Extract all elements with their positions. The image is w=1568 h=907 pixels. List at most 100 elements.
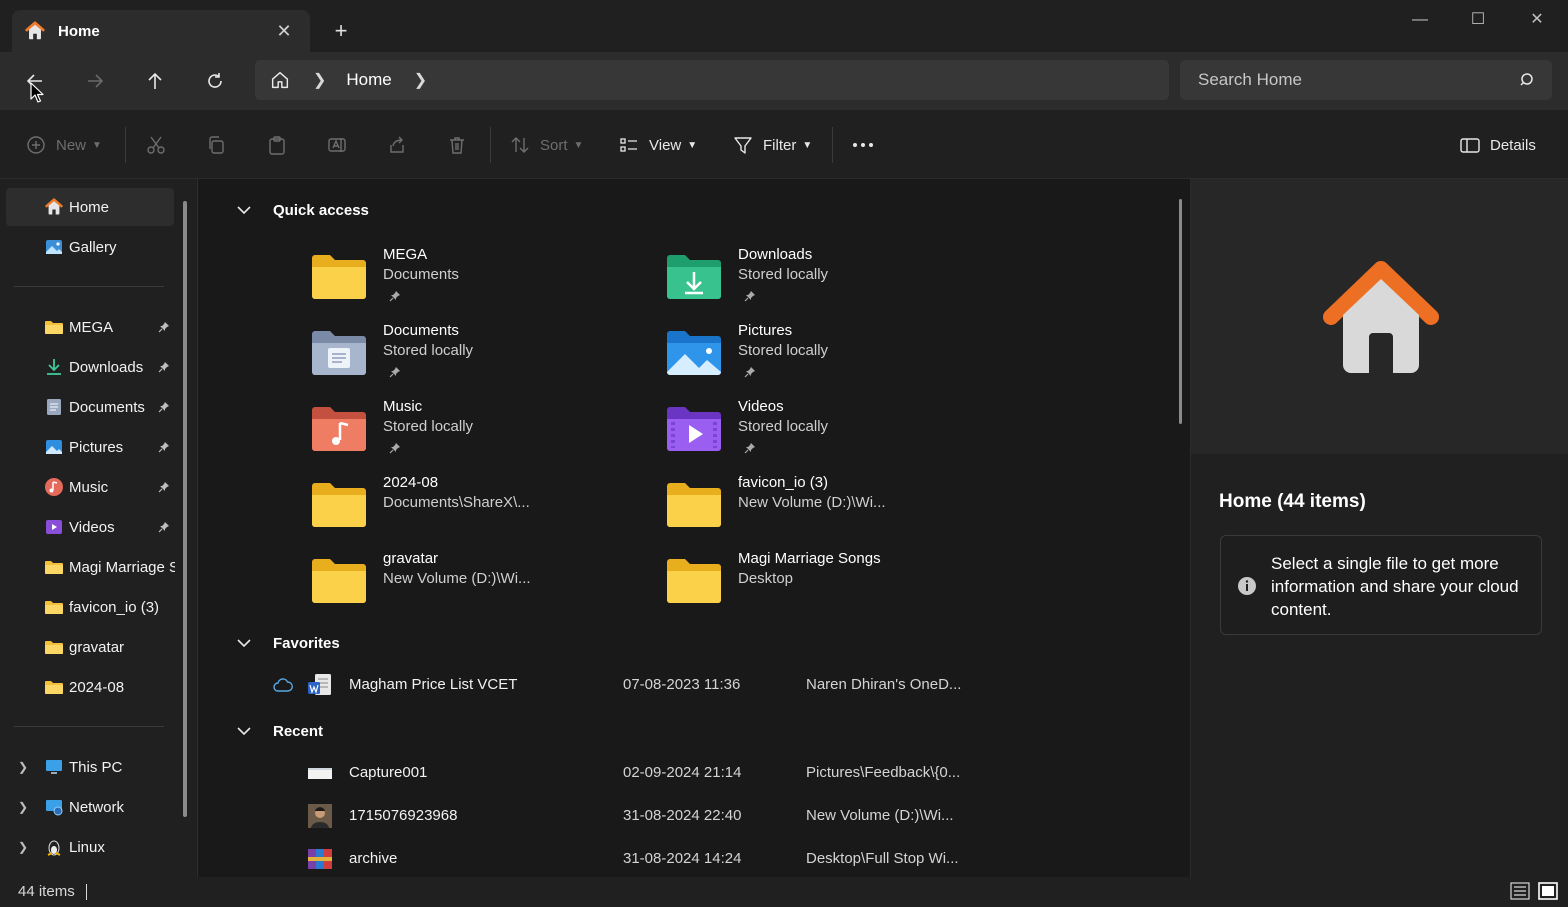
search-placeholder: Search Home	[1198, 70, 1302, 89]
sidebar-item-music[interactable]: Music	[6, 468, 174, 506]
pin-icon[interactable]	[744, 442, 756, 454]
chevron-right-icon[interactable]: ❯	[18, 840, 28, 854]
linux-icon	[47, 840, 61, 856]
quick-access-item[interactable]: Downloads Stored locally	[665, 246, 995, 318]
new-tab-button[interactable]: +	[330, 20, 352, 42]
quick-access-item[interactable]: 2024-08 Documents\ShareX\...	[310, 474, 640, 546]
table-row[interactable]: Magham Price List VCET 07-08-2023 11:36 …	[269, 670, 999, 700]
chevron-right-icon[interactable]: ❯	[18, 800, 28, 814]
share-button[interactable]	[387, 134, 407, 156]
close-icon[interactable]: ✕	[1517, 8, 1557, 32]
item-name: 1715076923968	[349, 807, 458, 824]
search-input[interactable]: Search Home	[1180, 60, 1552, 100]
main-scrollbar[interactable]	[1179, 199, 1182, 424]
cut-button[interactable]	[146, 134, 166, 156]
pin-icon[interactable]	[158, 361, 170, 373]
chevron-right-icon[interactable]: ❯	[313, 70, 326, 90]
chevron-right-icon[interactable]: ❯	[414, 70, 427, 90]
details-info-text: Select a single file to get more informa…	[1271, 554, 1519, 619]
refresh-button[interactable]	[200, 66, 230, 96]
home-icon	[25, 21, 45, 40]
sidebar-item-this-pc[interactable]: ❯ This PC	[6, 748, 174, 786]
table-row[interactable]: Capture001 02-09-2024 21:14 Pictures\Fee…	[269, 758, 999, 788]
table-row[interactable]: 1715076923968 31-08-2024 22:40 New Volum…	[269, 801, 999, 831]
section-title: Recent	[273, 722, 324, 740]
close-tab-icon[interactable]: ✕	[274, 21, 294, 41]
pin-icon[interactable]	[158, 481, 170, 493]
photo-thumbnail-icon	[308, 804, 332, 828]
filter-button[interactable]: Filter ▼	[733, 134, 812, 156]
pin-icon[interactable]	[389, 290, 401, 302]
pin-icon[interactable]	[744, 290, 756, 302]
item-name: Magham Price List VCET	[349, 676, 518, 693]
maximize-icon[interactable]: ☐	[1458, 8, 1498, 32]
breadcrumb-home[interactable]: Home	[346, 70, 391, 90]
quick-access-item[interactable]: Magi Marriage Songs Desktop	[665, 550, 995, 622]
address-row: ❯ Home ❯ Search Home	[0, 52, 1568, 110]
sidebar-item-favicon-io[interactable]: favicon_io (3)	[6, 588, 174, 626]
sidebar-item-downloads[interactable]: Downloads	[6, 348, 174, 386]
home-icon	[1323, 261, 1439, 373]
forward-button[interactable]	[80, 66, 110, 96]
rename-icon	[328, 138, 346, 152]
details-pane: Home (44 items) Select a single file to …	[1190, 179, 1568, 877]
quick-access-item[interactable]: Pictures Stored locally	[665, 322, 995, 394]
sidebar-item-home[interactable]: Home	[6, 188, 174, 226]
chevron-down-icon	[237, 727, 251, 736]
address-bar[interactable]: ❯ Home ❯	[255, 60, 1169, 100]
sidebar-item-2024-08[interactable]: 2024-08	[6, 668, 174, 706]
paste-button[interactable]	[267, 134, 287, 156]
pin-icon[interactable]	[158, 401, 170, 413]
sidebar-item-gallery[interactable]: Gallery	[6, 228, 174, 266]
recent-header[interactable]: Recent	[235, 722, 323, 740]
quick-access-item[interactable]: Music Stored locally	[310, 398, 640, 470]
up-button[interactable]	[140, 66, 170, 96]
chevron-right-icon[interactable]: ❯	[18, 760, 28, 774]
details-pane-button[interactable]: Details	[1460, 134, 1536, 156]
new-button[interactable]: New ▼	[26, 134, 102, 156]
tiles-view-icon[interactable]	[1538, 882, 1558, 900]
sidebar-item-pictures[interactable]: Pictures	[6, 428, 174, 466]
more-options-button[interactable]	[852, 134, 874, 156]
sidebar-item-linux[interactable]: ❯ Linux	[6, 828, 174, 866]
sidebar-item-gravatar[interactable]: gravatar	[6, 628, 174, 666]
sidebar-item-mega[interactable]: MEGA	[6, 308, 174, 346]
pin-icon[interactable]	[158, 521, 170, 533]
quick-access-item[interactable]: gravatar New Volume (D:)\Wi...	[310, 550, 640, 622]
sidebar-item-videos[interactable]: Videos	[6, 508, 174, 546]
item-name: MEGA	[383, 246, 428, 263]
sidebar-item-network[interactable]: ❯ Network	[6, 788, 174, 826]
pictures-folder-icon	[667, 331, 721, 375]
delete-button[interactable]	[447, 134, 467, 156]
pin-icon[interactable]	[389, 366, 401, 378]
tab-home[interactable]: Home ✕	[12, 10, 310, 52]
pin-icon[interactable]	[158, 441, 170, 453]
sidebar-item-documents[interactable]: Documents	[6, 388, 174, 426]
status-bar: 44 items	[0, 877, 1568, 907]
rename-button[interactable]	[327, 134, 347, 156]
sidebar-item-magi-marriage-songs[interactable]: Magi Marriage Songs	[6, 548, 175, 586]
quick-access-item[interactable]: favicon_io (3) New Volume (D:)\Wi...	[665, 474, 995, 546]
favorites-header[interactable]: Favorites	[235, 634, 340, 652]
quick-access-item[interactable]: MEGA Documents	[310, 246, 640, 318]
item-location: Documents	[383, 266, 459, 283]
search-icon	[1520, 73, 1533, 86]
copy-icon	[209, 136, 224, 154]
quick-access-item[interactable]: Videos Stored locally	[665, 398, 995, 470]
table-row[interactable]: archive 31-08-2024 14:24 Desktop\Full St…	[269, 844, 999, 874]
quick-access-header[interactable]: Quick access	[235, 201, 369, 219]
details-view-icon[interactable]	[1510, 882, 1530, 900]
quick-access-item[interactable]: Documents Stored locally	[310, 322, 640, 394]
sort-button[interactable]: Sort ▼	[510, 134, 583, 156]
minimize-icon[interactable]: —	[1400, 8, 1440, 32]
item-location: Stored locally	[738, 418, 829, 435]
copy-button[interactable]	[206, 134, 226, 156]
sidebar-scrollbar[interactable]	[183, 201, 187, 817]
view-button[interactable]: View ▼	[619, 134, 697, 156]
pc-icon	[46, 760, 62, 774]
pin-icon[interactable]	[158, 321, 170, 333]
item-name: Videos	[738, 398, 784, 415]
pin-icon[interactable]	[744, 366, 756, 378]
item-name: Pictures	[738, 322, 793, 339]
pin-icon[interactable]	[389, 442, 401, 454]
